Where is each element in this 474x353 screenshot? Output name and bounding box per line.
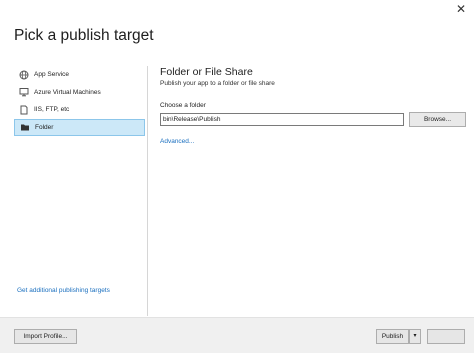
target-item-label: Azure Virtual Machines: [34, 88, 101, 96]
target-item-azure-vm[interactable]: Azure Virtual Machines: [14, 84, 145, 101]
folder-path-input[interactable]: bin\Release\Publish: [160, 113, 404, 126]
publish-button[interactable]: Publish: [376, 329, 409, 344]
target-list: App Service Azure Virtual Machines IIS, …: [14, 66, 145, 316]
globe-icon: [18, 69, 29, 80]
page-icon: [18, 104, 29, 115]
target-item-iis-ftp[interactable]: IIS, FTP, etc: [14, 101, 145, 118]
details-heading: Folder or File Share: [160, 66, 253, 78]
additional-targets-link[interactable]: Get additional publishing targets: [17, 287, 110, 294]
close-button[interactable]: ✕: [454, 2, 468, 16]
cancel-button[interactable]: [427, 329, 465, 344]
pane-divider: [147, 66, 148, 316]
target-item-label: Folder: [35, 123, 54, 131]
target-item-label: IIS, FTP, etc: [34, 106, 70, 113]
monitor-icon: [18, 87, 29, 98]
publish-dropdown-button[interactable]: ▾: [409, 329, 421, 344]
chevron-down-icon: ▾: [413, 333, 417, 339]
folder-icon: [19, 122, 30, 133]
target-item-folder[interactable]: Folder: [14, 118, 145, 136]
details-pane: Folder or File Share Publish your app to…: [160, 66, 466, 145]
target-item-app-service[interactable]: App Service: [14, 66, 145, 83]
dialog-footer: Import Profile... Publish ▾: [0, 317, 474, 353]
target-item-label: App Service: [34, 71, 70, 78]
details-subheading: Publish your app to a folder or file sha…: [160, 80, 275, 87]
browse-button[interactable]: Browse...: [409, 112, 466, 127]
folder-label: Choose a folder: [160, 102, 206, 109]
dialog-title: Pick a publish target: [14, 27, 154, 44]
advanced-link[interactable]: Advanced...: [160, 138, 194, 145]
import-profile-button[interactable]: Import Profile...: [14, 329, 77, 344]
